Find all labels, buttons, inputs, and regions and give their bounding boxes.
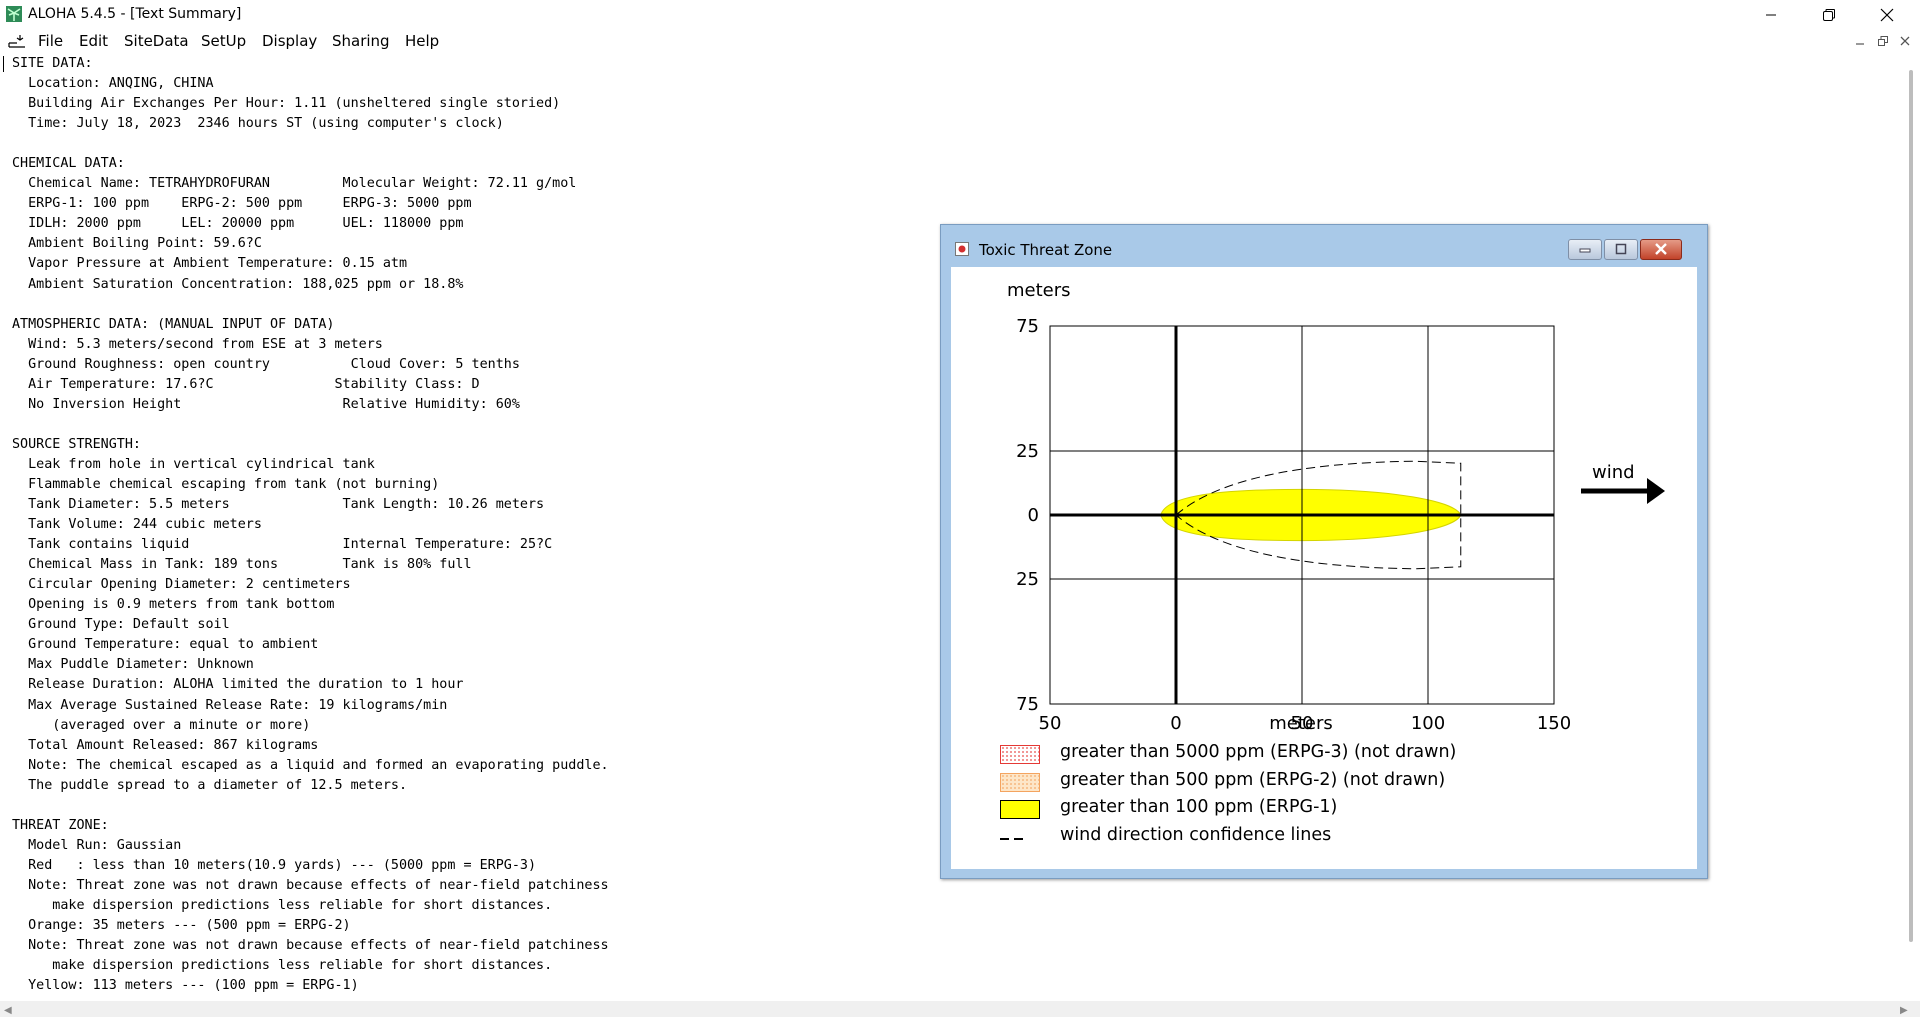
summary-line: Yellow: 113 meters --- (100 ppm = ERPG-1… xyxy=(12,978,359,994)
legend-label: greater than 100 ppm (ERPG-1) xyxy=(1060,797,1338,817)
summary-line: Red : less than 10 meters(10.9 yards) --… xyxy=(12,857,537,873)
menu-sitedata[interactable]: SiteData xyxy=(124,32,189,50)
legend-label: greater than 5000 ppm (ERPG-3) (not draw… xyxy=(1060,742,1457,762)
summary-line: Building Air Exchanges Per Hour: 1.11 (u… xyxy=(12,96,561,112)
legend-label: greater than 500 ppm (ERPG-2) (not drawn… xyxy=(1060,770,1446,790)
menu-display[interactable]: Display xyxy=(262,32,317,50)
menu-file[interactable]: File xyxy=(38,32,63,50)
menu-help[interactable]: Help xyxy=(405,32,439,50)
text-summary[interactable]: SITE DATA: Location: ANQING, CHINA Build… xyxy=(12,54,609,996)
horizontal-scrollbar[interactable] xyxy=(0,1001,1920,1017)
legend-dashed-line-swatch xyxy=(1000,838,1042,840)
summary-line: Max Average Sustained Release Rate: 19 k… xyxy=(12,697,448,713)
summary-line: Total Amount Released: 867 kilograms xyxy=(12,737,319,753)
legend-dotted-swatch xyxy=(1000,745,1040,764)
summary-line: Location: ANQING, CHINA xyxy=(12,76,214,92)
threat-window-title: Toxic Threat Zone xyxy=(979,241,1113,259)
summary-line: Model Run: Gaussian xyxy=(12,837,182,853)
scroll-right-arrow-icon[interactable]: ▶ xyxy=(1900,1005,1908,1016)
threat-zone-plot-area: meters meters 75 25 0 25 75 50 0 50 100 150 wind gre… xyxy=(951,267,1697,869)
legend-dotted-swatch xyxy=(1000,773,1040,792)
threat-window-title-bar[interactable]: Toxic Threat Zone xyxy=(941,225,1707,263)
summary-line: (averaged over a minute or more) xyxy=(12,717,311,733)
mdi-close-icon[interactable] xyxy=(1898,34,1912,48)
summary-line: Ground Temperature: equal to ambient xyxy=(12,637,319,653)
summary-line: CHEMICAL DATA: xyxy=(12,156,125,172)
vertical-scroll-thumb[interactable] xyxy=(1909,70,1913,942)
summary-line: Max Puddle Diameter: Unknown xyxy=(12,657,254,673)
summary-line: Ground Roughness: open country Cloud Cov… xyxy=(12,356,520,372)
close-icon xyxy=(1880,8,1894,21)
restore-button[interactable] xyxy=(1806,0,1852,29)
document-icon[interactable] xyxy=(8,34,26,48)
minimize-icon xyxy=(1579,248,1591,253)
threat-close-button[interactable] xyxy=(1640,239,1682,260)
mdi-restore-icon[interactable] xyxy=(1876,34,1890,48)
summary-line: Opening is 0.9 meters from tank bottom xyxy=(12,597,335,613)
summary-line: Air Temperature: 17.6?C Stability Class:… xyxy=(12,376,480,392)
summary-line: Ground Type: Default soil xyxy=(12,617,230,633)
legend-label: wind direction confidence lines xyxy=(1060,825,1332,845)
summary-line: Flammable chemical escaping from tank (n… xyxy=(12,476,440,492)
text-caret xyxy=(3,56,4,72)
menu-bar: File Edit SiteData SetUp Display Sharing… xyxy=(0,29,1920,53)
close-icon xyxy=(1655,243,1667,255)
summary-line: Ambient Saturation Concentration: 188,02… xyxy=(12,276,464,292)
window-title-bar: ALOHA 5.4.5 - [Text Summary] xyxy=(0,0,1920,29)
mdi-minimize-icon[interactable] xyxy=(1853,34,1867,48)
summary-line: Tank Volume: 244 cubic meters xyxy=(12,517,262,533)
threat-zone-legend: greater than 5000 ppm (ERPG-3) (not draw… xyxy=(951,267,1697,869)
summary-line: Chemical Mass in Tank: 189 tons Tank is … xyxy=(12,557,472,573)
summary-line: SOURCE STRENGTH: xyxy=(12,436,141,452)
restore-icon xyxy=(1823,8,1835,21)
summary-line: Note: The chemical escaped as a liquid a… xyxy=(12,757,609,773)
summary-line: Orange: 35 meters --- (500 ppm = ERPG-2) xyxy=(12,918,351,934)
summary-line: Leak from hole in vertical cylindrical t… xyxy=(12,456,375,472)
summary-line: ATMOSPHERIC DATA: (MANUAL INPUT OF DATA) xyxy=(12,316,335,332)
menu-edit[interactable]: Edit xyxy=(79,32,108,50)
threat-minimize-button[interactable] xyxy=(1568,239,1602,260)
summary-line: Chemical Name: TETRAHYDROFURAN Molecular… xyxy=(12,176,577,192)
summary-line: Note: Threat zone was not drawn because … xyxy=(12,938,609,954)
summary-line: The puddle spread to a diameter of 12.5 … xyxy=(12,777,408,793)
minimize-button[interactable] xyxy=(1748,0,1794,29)
threat-zone-icon xyxy=(955,242,969,256)
summary-line: THREAT ZONE: xyxy=(12,817,109,833)
summary-line: IDLH: 2000 ppm LEL: 20000 ppm UEL: 11800… xyxy=(12,216,464,232)
maximize-icon xyxy=(1615,243,1627,255)
aloha-palm-icon xyxy=(6,6,22,22)
close-button[interactable] xyxy=(1864,0,1910,29)
summary-line: SITE DATA: xyxy=(12,56,93,71)
threat-maximize-button[interactable] xyxy=(1604,239,1638,260)
menu-sharing[interactable]: Sharing xyxy=(332,32,390,50)
summary-line: Note: Threat zone was not drawn because … xyxy=(12,877,609,893)
summary-line: No Inversion Height Relative Humidity: 6… xyxy=(12,396,520,412)
app-title: ALOHA 5.4.5 - [Text Summary] xyxy=(28,6,242,22)
toxic-threat-zone-window[interactable]: Toxic Threat Zone meters meters 75 25 0 25 75 5… xyxy=(940,224,1708,879)
summary-line: Circular Opening Diameter: 2 centimeters xyxy=(12,577,351,593)
summary-line: Tank contains liquid Internal Temperatur… xyxy=(12,537,553,553)
scroll-left-arrow-icon[interactable]: ◀ xyxy=(4,1005,12,1016)
legend-solid-swatch xyxy=(1000,800,1040,819)
minimize-icon xyxy=(1766,14,1776,15)
summary-line: Release Duration: ALOHA limited the dura… xyxy=(12,677,464,693)
summary-line: make dispersion predictions less reliabl… xyxy=(12,897,553,913)
summary-line: ERPG-1: 100 ppm ERPG-2: 500 ppm ERPG-3: … xyxy=(12,196,472,212)
summary-line: Tank Diameter: 5.5 meters Tank Length: 1… xyxy=(12,497,545,513)
menu-setup[interactable]: SetUp xyxy=(201,32,246,50)
summary-line: Vapor Pressure at Ambient Temperature: 0… xyxy=(12,256,408,272)
summary-line: Ambient Boiling Point: 59.6?C xyxy=(12,236,262,252)
summary-line: Wind: 5.3 meters/second from ESE at 3 me… xyxy=(12,336,383,352)
summary-line: make dispersion predictions less reliabl… xyxy=(12,958,553,974)
summary-line: Time: July 18, 2023 2346 hours ST (using… xyxy=(12,116,504,132)
